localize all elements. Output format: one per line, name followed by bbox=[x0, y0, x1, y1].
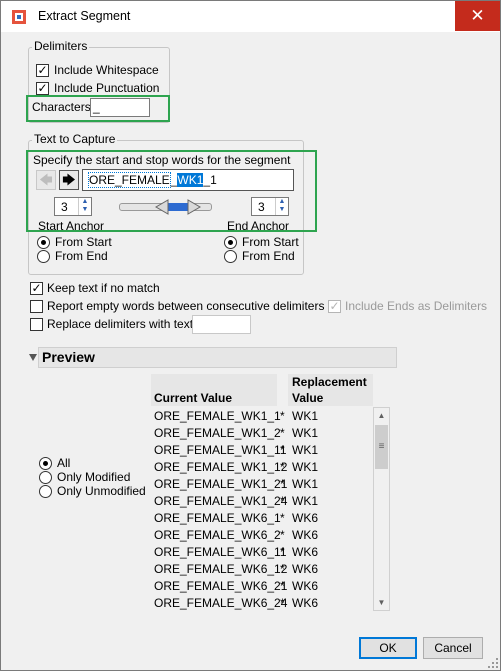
table-row: ORE_FEMALE_WK6_12 * WK6 bbox=[151, 561, 373, 578]
current-value-cell: ORE_FEMALE_WK6_21 bbox=[154, 579, 288, 593]
app-icon bbox=[12, 10, 26, 24]
modified-mark-cell: * bbox=[280, 409, 285, 423]
table-row: ORE_FEMALE_WK6_2 * WK6 bbox=[151, 527, 373, 544]
close-button[interactable]: ✕ bbox=[455, 1, 500, 31]
start-from-end-label: From End bbox=[55, 249, 108, 263]
current-value-cell: ORE_FEMALE_WK1_1 bbox=[154, 409, 281, 423]
table-row: ORE_FEMALE_WK6_21 * WK6 bbox=[151, 578, 373, 595]
table-row: ORE_FEMALE_WK6_1 * WK6 bbox=[151, 510, 373, 527]
replacement-value-cell: WK1 bbox=[292, 477, 319, 491]
preview-header: Preview bbox=[38, 347, 397, 368]
current-value-cell: ORE_FEMALE_WK1_21 bbox=[154, 477, 288, 491]
modified-mark-cell: * bbox=[280, 511, 285, 525]
end-from-start-label: From Start bbox=[242, 235, 299, 249]
replace-delimiters-checkbox[interactable] bbox=[30, 318, 43, 331]
replacement-value-cell: WK6 bbox=[292, 579, 319, 593]
table-row: ORE_FEMALE_WK1_11 * WK1 bbox=[151, 442, 373, 459]
replacement-value-cell: WK1 bbox=[292, 409, 319, 423]
collapse-triangle-icon[interactable] bbox=[28, 351, 38, 363]
current-value-cell: ORE_FEMALE_WK6_11 bbox=[154, 545, 287, 559]
scroll-thumb[interactable]: ≡ bbox=[375, 425, 388, 469]
table-row: ORE_FEMALE_WK6_11 * WK6 bbox=[151, 544, 373, 561]
table-row: ORE_FEMALE_WK1_1 * WK1 bbox=[151, 408, 373, 425]
replace-delimiters-label: Replace delimiters with text bbox=[47, 317, 194, 331]
filter-only-modified-label: Only Modified bbox=[57, 470, 131, 484]
current-value-header: Current Value bbox=[151, 374, 277, 406]
modified-mark-cell: * bbox=[280, 562, 285, 576]
characters-highlight bbox=[26, 95, 170, 122]
modified-mark-cell: * bbox=[280, 460, 285, 474]
preview-table-body: ORE_FEMALE_WK1_1 * WK1 ORE_FEMALE_WK1_2 * WK1… bbox=[151, 408, 373, 612]
report-empty-label: Report empty words between consecutive d… bbox=[47, 299, 325, 313]
include-ends-checkbox[interactable]: ✓ bbox=[328, 300, 341, 313]
modified-mark-cell: * bbox=[280, 443, 285, 457]
current-value-cell: ORE_FEMALE_WK1_11 bbox=[154, 443, 287, 457]
filter-all-radio[interactable] bbox=[39, 457, 52, 470]
filter-only-modified-radio[interactable] bbox=[39, 471, 52, 484]
extract-segment-dialog: Extract Segment ✕ Delimiters ✓ Include W… bbox=[0, 0, 501, 671]
resize-grip-icon[interactable] bbox=[487, 657, 499, 669]
modified-mark-cell: * bbox=[280, 596, 285, 610]
current-value-cell: ORE_FEMALE_WK1_24 bbox=[154, 494, 288, 508]
current-value-cell: ORE_FEMALE_WK6_12 bbox=[154, 562, 288, 576]
table-row: ORE_FEMALE_WK1_2 * WK1 bbox=[151, 425, 373, 442]
modified-mark-cell: * bbox=[280, 528, 285, 542]
replacement-value-cell: WK1 bbox=[292, 460, 319, 474]
end-from-end-radio[interactable] bbox=[224, 250, 237, 263]
keep-text-checkbox[interactable]: ✓ bbox=[30, 282, 43, 295]
text-to-capture-title: Text to Capture bbox=[32, 132, 118, 146]
cancel-button[interactable]: Cancel bbox=[423, 637, 483, 659]
replacement-value-cell: WK6 bbox=[292, 528, 319, 542]
current-value-cell: ORE_FEMALE_WK1_2 bbox=[154, 426, 281, 440]
table-row: ORE_FEMALE_WK1_21 * WK1 bbox=[151, 476, 373, 493]
filter-only-unmodified-radio[interactable] bbox=[39, 485, 52, 498]
include-ends-label: Include Ends as Delimiters bbox=[345, 299, 488, 313]
include-punctuation-label: Include Punctuation bbox=[54, 81, 160, 95]
scroll-down-icon[interactable]: ▼ bbox=[374, 595, 389, 610]
table-row: ORE_FEMALE_WK1_12 * WK1 bbox=[151, 459, 373, 476]
replacement-value-header: Replacement Value bbox=[288, 374, 373, 406]
current-value-cell: ORE_FEMALE_WK1_12 bbox=[154, 460, 288, 474]
segment-highlight bbox=[26, 150, 317, 232]
include-punctuation-checkbox[interactable]: ✓ bbox=[36, 82, 49, 95]
ok-button[interactable]: OK bbox=[359, 637, 417, 659]
replacement-value-cell: WK6 bbox=[292, 596, 319, 610]
start-from-start-radio[interactable] bbox=[37, 236, 50, 249]
current-value-cell: ORE_FEMALE_WK6_1 bbox=[154, 511, 281, 525]
table-row: ORE_FEMALE_WK6_24 * WK6 bbox=[151, 595, 373, 612]
scroll-up-icon[interactable]: ▲ bbox=[374, 408, 389, 423]
replacement-value-cell: WK1 bbox=[292, 443, 319, 457]
preview-title: Preview bbox=[42, 349, 95, 365]
close-icon: ✕ bbox=[470, 6, 485, 25]
delimiters-group-title: Delimiters bbox=[32, 39, 90, 53]
include-whitespace-label: Include Whitespace bbox=[54, 63, 159, 77]
window-title: Extract Segment bbox=[38, 9, 131, 23]
replace-delimiters-input[interactable] bbox=[192, 315, 251, 334]
modified-mark-cell: * bbox=[280, 579, 285, 593]
modified-mark-cell: * bbox=[280, 494, 285, 508]
current-value-cell: ORE_FEMALE_WK6_2 bbox=[154, 528, 281, 542]
modified-mark-cell: * bbox=[280, 426, 285, 440]
report-empty-checkbox[interactable] bbox=[30, 300, 43, 313]
start-from-end-radio[interactable] bbox=[37, 250, 50, 263]
filter-only-unmodified-label: Only Unmodified bbox=[57, 484, 146, 498]
modified-mark-cell: * bbox=[280, 477, 285, 491]
replacement-value-cell: WK6 bbox=[292, 562, 319, 576]
include-whitespace-checkbox[interactable]: ✓ bbox=[36, 64, 49, 77]
replacement-value-cell: WK6 bbox=[292, 511, 319, 525]
title-bar: Extract Segment ✕ bbox=[1, 1, 500, 32]
start-from-start-label: From Start bbox=[55, 235, 112, 249]
end-from-end-label: From End bbox=[242, 249, 295, 263]
replacement-value-cell: WK6 bbox=[292, 545, 319, 559]
table-row: ORE_FEMALE_WK1_24 * WK1 bbox=[151, 493, 373, 510]
current-value-cell: ORE_FEMALE_WK6_24 bbox=[154, 596, 288, 610]
end-from-start-radio[interactable] bbox=[224, 236, 237, 249]
keep-text-label: Keep text if no match bbox=[47, 281, 160, 295]
preview-scrollbar[interactable]: ▲ ≡ ▼ bbox=[373, 407, 390, 611]
replacement-value-cell: WK1 bbox=[292, 426, 319, 440]
filter-all-label: All bbox=[57, 456, 71, 470]
modified-mark-cell: * bbox=[280, 545, 285, 559]
replacement-value-cell: WK1 bbox=[292, 494, 319, 508]
